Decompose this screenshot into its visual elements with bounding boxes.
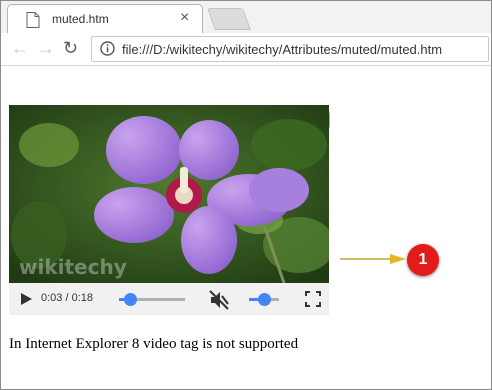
tab-title: muted.htm (52, 12, 109, 26)
muted-speaker-icon[interactable] (209, 290, 229, 310)
back-button[interactable]: ← (11, 37, 29, 59)
fullscreen-icon[interactable] (305, 291, 321, 307)
close-tab-icon[interactable]: × (180, 10, 189, 26)
tab-muted[interactable]: muted.htm × (7, 4, 203, 34)
watermark-logo: wikitechy (19, 255, 127, 279)
video-player[interactable]: wikitechy 0:03 / 0:18 (9, 105, 329, 315)
time-display: 0:03 / 0:18 (41, 292, 93, 304)
address-bar[interactable]: file:///D:/wikitechy/wikitechy/Attribute… (91, 36, 489, 62)
url-text: file:///D:/wikitechy/wikitechy/Attribute… (122, 42, 443, 57)
video-controls: 0:03 / 0:18 (9, 283, 329, 315)
new-tab-button[interactable] (206, 8, 252, 30)
volume-slider[interactable] (249, 293, 279, 306)
annotation-arrow-icon (340, 254, 406, 264)
seek-slider[interactable] (119, 293, 185, 306)
play-icon[interactable] (19, 292, 33, 306)
volume-handle[interactable] (258, 293, 271, 306)
support-note: In Internet Explorer 8 video tag is not … (9, 336, 299, 352)
annotation-badge: 1 (407, 244, 439, 276)
seek-handle[interactable] (124, 293, 138, 306)
info-icon[interactable] (100, 41, 115, 56)
document-icon (26, 12, 40, 28)
forward-button[interactable]: → (37, 37, 55, 59)
tab-strip: muted.htm × (1, 1, 491, 34)
reload-button[interactable]: ↻ (63, 37, 78, 59)
toolbar: ← → ↻ file:///D:/wikitechy/wikitechy/Att… (1, 33, 491, 66)
